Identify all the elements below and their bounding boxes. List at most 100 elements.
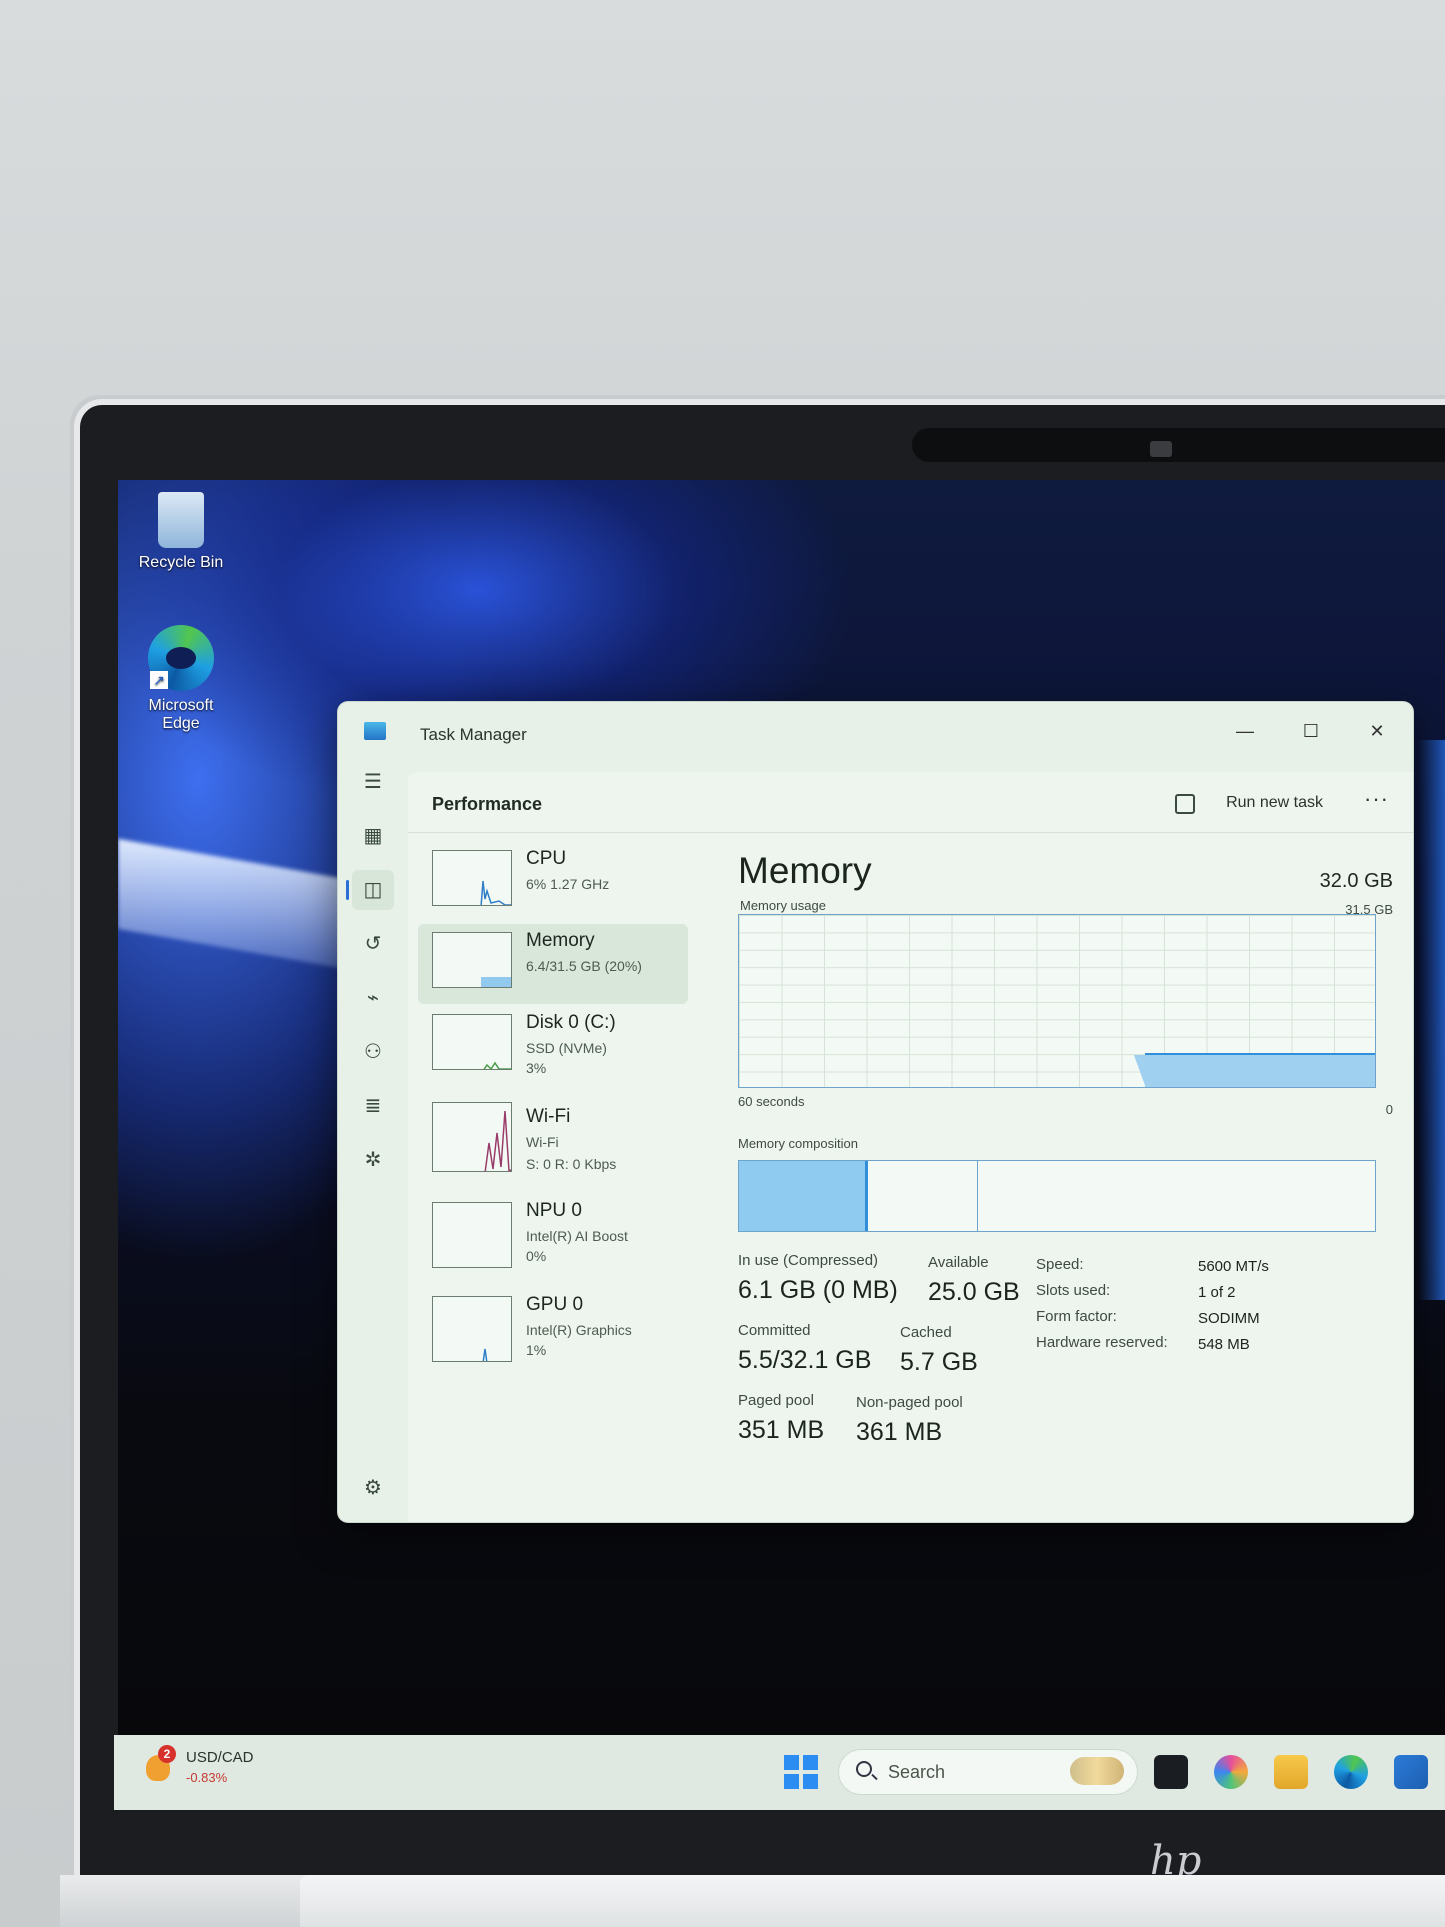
- perf-item-sub: 3%: [526, 1060, 547, 1076]
- perf-item-gpu[interactable]: GPU 0 Intel(R) Graphics 1%: [418, 1288, 688, 1368]
- perf-item-sub: 6% 1.27 GHz: [526, 876, 610, 892]
- perf-item-sub: SSD (NVMe): [526, 1040, 607, 1056]
- hamburger-menu-icon[interactable]: ☰: [352, 762, 394, 802]
- nav-rail: ☰ ▦ ◫ ↺ ⌁ ⚇ ≣ ✲ ⚙: [338, 762, 408, 1522]
- wallpaper-wave: [118, 838, 358, 972]
- available-label: Available: [928, 1254, 989, 1271]
- perf-item-sub: Intel(R) Graphics: [526, 1322, 632, 1338]
- store-icon[interactable]: [1394, 1755, 1428, 1789]
- graph-zero-label: 0: [1385, 1102, 1393, 1117]
- memory-composition-label: Memory composition: [738, 1136, 858, 1151]
- memory-usage-fill: [1133, 1053, 1375, 1087]
- run-task-icon[interactable]: [1175, 794, 1195, 814]
- perf-item-sub: Wi-Fi: [526, 1134, 559, 1150]
- perf-item-name: CPU: [526, 848, 567, 869]
- more-options-button[interactable]: ···: [1364, 786, 1389, 812]
- cached-value: 5.7 GB: [900, 1348, 978, 1376]
- file-explorer-icon[interactable]: [1274, 1755, 1308, 1789]
- recycle-bin-icon: [158, 492, 204, 548]
- perf-item-sub: 0%: [526, 1248, 547, 1264]
- page-title: Performance: [432, 794, 543, 814]
- close-button[interactable]: ✕: [1357, 716, 1397, 746]
- spec-label: Slots used:: [1036, 1282, 1111, 1299]
- in-use-value: 6.1 GB (0 MB): [738, 1276, 898, 1304]
- memory-thumbnail-graph: [432, 932, 512, 988]
- perf-item-sub: 1%: [526, 1342, 547, 1358]
- spec-value: 5600 MT/s: [1198, 1258, 1269, 1275]
- desktop-icon-edge[interactable]: ↗ Microsoft Edge: [126, 625, 236, 733]
- perf-item-memory[interactable]: Memory 6.4/31.5 GB (20%): [418, 924, 688, 1004]
- users-icon[interactable]: ⚇: [352, 1032, 394, 1072]
- disk-thumbnail-graph: [432, 1014, 512, 1070]
- spec-label: Form factor:: [1036, 1308, 1117, 1325]
- stock-ticker[interactable]: USD/CAD: [186, 1749, 254, 1766]
- edge-icon: ↗: [148, 625, 214, 691]
- task-view-icon[interactable]: [1154, 1755, 1188, 1789]
- camera-icon: [1150, 441, 1172, 457]
- cached-label: Cached: [900, 1324, 952, 1341]
- processes-icon[interactable]: ▦: [352, 816, 394, 856]
- task-manager-window: Task Manager — ☐ ✕ ☰ ▦ ◫ ↺ ⌁ ⚇ ≣ ✲ ⚙ Per…: [338, 702, 1413, 1522]
- search-placeholder: Search: [888, 1762, 946, 1782]
- time-axis-label: 60 seconds: [738, 1094, 805, 1109]
- search-highlight-icon: [1070, 1757, 1124, 1785]
- content-pane: Performance Run new task ··· CPU 6% 1.27…: [408, 772, 1413, 1522]
- page-header: Performance Run new task ···: [408, 772, 1413, 833]
- taskbar-search[interactable]: Search: [838, 1749, 1138, 1795]
- total-memory: 32.0 GB: [1319, 870, 1393, 892]
- stock-change: -0.83%: [186, 1770, 228, 1785]
- camera-bar: [912, 428, 1445, 462]
- perf-item-name: NPU 0: [526, 1200, 582, 1221]
- gpu-thumbnail-graph: [432, 1296, 512, 1362]
- available-value: 25.0 GB: [928, 1278, 1020, 1306]
- window-title: Task Manager: [420, 725, 527, 744]
- wallpaper-glow: [1418, 740, 1445, 1300]
- perf-item-sub: S: 0 R: 0 Kbps: [526, 1156, 617, 1172]
- spec-value: 1 of 2: [1198, 1284, 1236, 1301]
- perf-item-name: Disk 0 (C:): [526, 1012, 616, 1033]
- startup-apps-icon[interactable]: ⌁: [352, 978, 394, 1018]
- task-manager-app-icon: [364, 722, 386, 740]
- perf-item-npu[interactable]: NPU 0 Intel(R) AI Boost 0%: [418, 1194, 688, 1274]
- paged-pool-label: Paged pool: [738, 1392, 814, 1409]
- perf-item-disk[interactable]: Disk 0 (C:) SSD (NVMe) 3%: [418, 1006, 688, 1086]
- desktop-icon-recycle-bin[interactable]: Recycle Bin: [126, 492, 236, 572]
- wifi-thumbnail-graph: [432, 1102, 512, 1172]
- title-bar[interactable]: Task Manager — ☐ ✕: [338, 702, 1413, 762]
- memory-detail-panel: Memory 32.0 GB Memory usage 31.5 GB 60 s…: [738, 842, 1393, 1522]
- perf-item-name: GPU 0: [526, 1294, 584, 1315]
- details-icon[interactable]: ≣: [352, 1086, 394, 1126]
- perf-item-wifi[interactable]: Wi-Fi Wi-Fi S: 0 R: 0 Kbps: [418, 1100, 688, 1180]
- copilot-icon[interactable]: [1214, 1755, 1248, 1789]
- desktop-icon-label: Microsoft Edge: [148, 697, 214, 732]
- committed-value: 5.5/32.1 GB: [738, 1346, 872, 1374]
- run-new-task-button[interactable]: Run new task: [1226, 794, 1323, 812]
- perf-item-sub: 6.4/31.5 GB (20%): [526, 958, 642, 974]
- services-icon[interactable]: ✲: [352, 1140, 394, 1180]
- settings-gear-icon[interactable]: ⚙: [352, 1468, 394, 1508]
- notification-badge: 2: [158, 1745, 176, 1763]
- composition-divider: [977, 1161, 978, 1231]
- perf-item-cpu[interactable]: CPU 6% 1.27 GHz: [418, 842, 688, 922]
- app-history-icon[interactable]: ↺: [352, 924, 394, 964]
- maximize-button[interactable]: ☐: [1291, 716, 1331, 746]
- spec-value: 548 MB: [1198, 1336, 1250, 1353]
- shortcut-arrow-icon: ↗: [150, 671, 168, 689]
- spec-label: Hardware reserved:: [1036, 1334, 1168, 1351]
- in-use-label: In use (Compressed): [738, 1252, 879, 1269]
- spec-value: SODIMM: [1198, 1310, 1260, 1327]
- paged-pool-value: 351 MB: [738, 1416, 825, 1444]
- edge-taskbar-icon[interactable]: [1334, 1755, 1368, 1789]
- cpu-thumbnail-graph: [432, 850, 512, 906]
- perf-item-name: Memory: [526, 930, 595, 951]
- spec-label: Speed:: [1036, 1256, 1084, 1273]
- memory-composition-bar: [738, 1160, 1376, 1232]
- taskbar: 2 USD/CAD -0.83% Search: [114, 1735, 1445, 1810]
- start-button-windows-icon[interactable]: [784, 1755, 818, 1789]
- memory-usage-graph: [738, 914, 1376, 1088]
- minimize-button[interactable]: —: [1225, 716, 1265, 746]
- performance-icon[interactable]: ◫: [346, 870, 394, 910]
- perf-item-sub: Intel(R) AI Boost: [526, 1228, 628, 1244]
- laptop-base-lip: [300, 1875, 1445, 1927]
- nonpaged-pool-value: 361 MB: [856, 1418, 943, 1446]
